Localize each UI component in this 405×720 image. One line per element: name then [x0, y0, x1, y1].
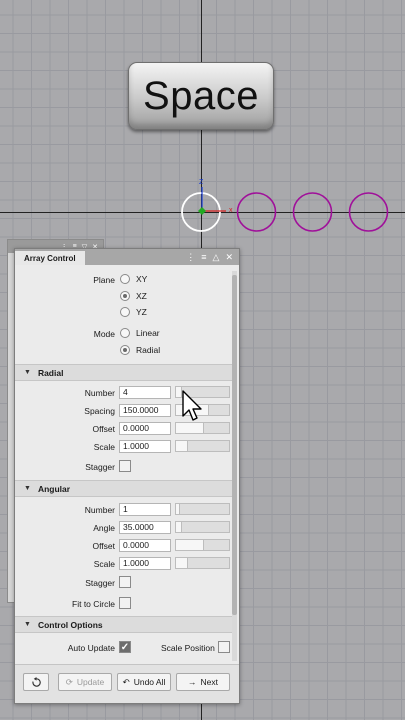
- angular-offset-label: Offset: [92, 541, 115, 551]
- checkmark-icon: ✓: [120, 641, 130, 653]
- expand-icon[interactable]: △: [213, 252, 220, 263]
- mouse-cursor-icon: [182, 390, 202, 421]
- angular-number-slider[interactable]: [175, 503, 230, 515]
- plane-yz-radio[interactable]: [120, 307, 130, 317]
- scale-position-label: Scale Position: [161, 643, 215, 653]
- radial-scale-slider[interactable]: [175, 440, 230, 452]
- update-button-label: Update: [76, 677, 105, 687]
- radial-number-input[interactable]: 4: [119, 386, 171, 399]
- titlebar-icons: ⋮ ≡ △ ✕: [186, 250, 233, 264]
- radial-scale-input[interactable]: 1.0000: [119, 440, 171, 453]
- angular-angle-slider[interactable]: [175, 521, 230, 533]
- mode-radial-radio[interactable]: [120, 345, 130, 355]
- angular-number-input[interactable]: 1: [119, 503, 171, 516]
- angular-scale-input[interactable]: 1.0000: [119, 557, 171, 570]
- angular-angle-label: Angle: [93, 523, 115, 533]
- slider-fill: [176, 540, 204, 550]
- slider-fill: [176, 522, 183, 532]
- panel-footer: ⟳ Update ↶ Undo All → Next: [15, 664, 239, 703]
- list-icon[interactable]: ≡: [201, 252, 206, 262]
- plane-option-xz[interactable]: XZ: [120, 291, 147, 301]
- radial-stagger-label: Stagger: [85, 462, 115, 472]
- control-options-title: Control Options: [37, 619, 103, 630]
- gizmo-x-label: x: [229, 207, 233, 214]
- plane-xz-radio[interactable]: [120, 291, 130, 301]
- slider-fill: [176, 504, 180, 514]
- gizmo-z-label: Z: [199, 179, 204, 186]
- reset-icon: [31, 676, 41, 687]
- auto-update-checkbox[interactable]: ✓: [119, 641, 131, 653]
- array-circle-1[interactable]: [236, 192, 277, 232]
- radial-offset-input[interactable]: 0.0000: [119, 422, 171, 435]
- radial-number-label: Number: [84, 388, 115, 398]
- close-icon[interactable]: ✕: [225, 252, 233, 263]
- angular-scale-slider[interactable]: [175, 557, 230, 569]
- fit-to-circle-checkbox[interactable]: [119, 597, 131, 609]
- next-button-label: Next: [200, 677, 218, 687]
- angular-number-label: Number: [84, 505, 115, 515]
- control-options-section-header[interactable]: ▼ Control Options: [15, 616, 233, 633]
- angular-section-header[interactable]: ▼ Angular: [15, 480, 233, 497]
- panel-scrollbar[interactable]: [232, 271, 237, 661]
- scrollbar-thumb[interactable]: [232, 275, 237, 615]
- radial-offset-label: Offset: [92, 424, 115, 434]
- array-circle-2[interactable]: [292, 192, 333, 232]
- mode-label: Mode: [93, 329, 115, 339]
- collapse-triangle-icon[interactable]: ▼: [24, 369, 31, 376]
- undo-icon: ↶: [122, 676, 130, 687]
- plane-xy-radio[interactable]: [120, 274, 130, 284]
- fit-to-circle-label: Fit to Circle: [72, 599, 115, 609]
- mode-linear-radio[interactable]: [120, 328, 130, 338]
- angular-section-title: Angular: [37, 483, 71, 494]
- panel-content: Plane XY XZ YZ Mode Linear Radial ▼ Radi…: [15, 265, 233, 661]
- scale-position-checkbox[interactable]: [218, 641, 230, 653]
- angular-offset-input[interactable]: 0.0000: [119, 539, 171, 552]
- angular-offset-slider[interactable]: [175, 539, 230, 551]
- mode-radial-label: Radial: [136, 345, 161, 355]
- plane-option-xy[interactable]: XY: [120, 274, 147, 284]
- radial-section-title: Radial: [37, 367, 64, 378]
- undo-all-button-label: Undo All: [133, 677, 166, 687]
- update-button[interactable]: ⟳ Update: [58, 673, 112, 691]
- array-control-panel: Array Control ⋮ ≡ △ ✕ Plane XY XZ YZ Mod…: [14, 248, 240, 704]
- options-icon[interactable]: ⋮: [186, 252, 195, 263]
- slider-fill: [176, 423, 204, 433]
- slider-fill: [176, 441, 188, 451]
- auto-update-label: Auto Update: [67, 643, 115, 653]
- undo-all-button[interactable]: ↶ Undo All: [117, 673, 171, 691]
- mode-option-radial[interactable]: Radial: [120, 345, 160, 355]
- reset-button[interactable]: [23, 673, 49, 691]
- radial-spacing-input[interactable]: 150.0000: [119, 404, 171, 417]
- plane-xy-label: XY: [136, 274, 148, 284]
- update-icon: ⟳: [65, 676, 73, 687]
- gizmo-center-handle[interactable]: [198, 207, 206, 215]
- plane-label: Plane: [93, 275, 115, 285]
- angular-scale-label: Scale: [93, 559, 115, 569]
- angular-angle-input[interactable]: 35.0000: [119, 521, 171, 534]
- plane-yz-label: YZ: [136, 307, 147, 317]
- radial-stagger-checkbox[interactable]: [119, 460, 131, 472]
- plane-xz-label: XZ: [136, 291, 147, 301]
- radial-scale-label: Scale: [93, 442, 115, 452]
- panel-title: Array Control: [24, 253, 76, 263]
- angular-stagger-label: Stagger: [85, 578, 115, 588]
- radial-offset-slider[interactable]: [175, 422, 230, 434]
- angular-stagger-checkbox[interactable]: [119, 576, 131, 588]
- mode-linear-label: Linear: [136, 328, 160, 338]
- plane-option-yz[interactable]: YZ: [120, 307, 147, 317]
- array-circle-3[interactable]: [348, 192, 389, 232]
- panel-titlebar[interactable]: Array Control ⋮ ≡ △ ✕: [15, 249, 239, 265]
- next-icon: →: [188, 677, 197, 687]
- radial-spacing-label: Spacing: [84, 406, 115, 416]
- panel-title-tab[interactable]: Array Control: [15, 251, 85, 265]
- radial-section-header[interactable]: ▼ Radial: [15, 364, 233, 381]
- collapse-triangle-icon[interactable]: ▼: [24, 621, 31, 628]
- collapse-triangle-icon[interactable]: ▼: [24, 485, 31, 492]
- mode-option-linear[interactable]: Linear: [120, 328, 160, 338]
- next-button[interactable]: → Next: [176, 673, 230, 691]
- slider-fill: [176, 558, 188, 568]
